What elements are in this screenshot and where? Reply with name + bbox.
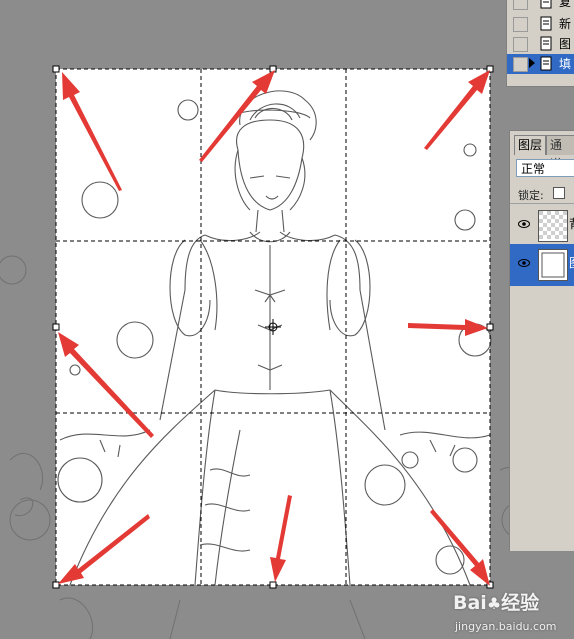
eye-icon[interactable] xyxy=(518,258,530,268)
divider xyxy=(510,203,574,204)
watermark-url: jingyan.baidu.com xyxy=(455,620,557,633)
action-toggle-checkbox[interactable] xyxy=(513,37,528,52)
action-toggle-checkbox[interactable] xyxy=(513,57,528,72)
eye-icon[interactable] xyxy=(518,219,530,229)
blend-mode-select[interactable]: 正常 xyxy=(516,159,574,177)
tab-channels[interactable]: 通道 xyxy=(546,135,574,171)
action-icon xyxy=(540,56,552,71)
layer-thumbnail-white xyxy=(538,249,568,281)
action-label: 图 xyxy=(559,37,572,51)
photoshop-canvas[interactable] xyxy=(0,0,574,639)
action-label: 填 xyxy=(559,57,572,71)
action-label: 新 xyxy=(559,17,572,31)
watermark-logo: Bai♣经验 xyxy=(453,588,539,615)
layer-row[interactable]: 背 xyxy=(510,205,574,247)
layer-thumbnail-transparent xyxy=(538,210,568,242)
handle-top-right xyxy=(486,65,494,73)
actions-panel: 复 新 图 填 xyxy=(506,0,574,87)
handle-middle-left xyxy=(52,323,60,331)
lock-label: 锁定: xyxy=(518,189,544,202)
action-row-selected[interactable]: 填 xyxy=(507,54,574,74)
handle-bottom-center xyxy=(269,581,277,589)
action-toggle-checkbox[interactable] xyxy=(513,0,528,10)
watermark-logo-text: Bai xyxy=(453,592,487,614)
action-label: 复 xyxy=(559,0,572,9)
action-icon xyxy=(540,0,552,9)
tab-layers[interactable]: 图层 xyxy=(514,135,547,155)
layers-panel: 图层 通道 正常 锁定: 背 图 xyxy=(509,130,574,551)
lock-transparency-checkbox[interactable] xyxy=(553,187,565,199)
baidu-jingyan-watermark: Bai♣经验 jingyan.baidu.com xyxy=(453,588,571,638)
watermark-logo-text2: 经验 xyxy=(501,592,540,614)
action-icon xyxy=(540,36,552,51)
action-toggle-checkbox[interactable] xyxy=(513,17,528,32)
layer-row-selected[interactable]: 图 xyxy=(510,244,574,286)
action-row[interactable]: 新 xyxy=(507,14,574,34)
layer-name: 背 xyxy=(569,215,574,232)
action-row[interactable]: 复 xyxy=(507,0,574,12)
handle-top-left xyxy=(52,65,60,73)
action-row[interactable]: 图 xyxy=(507,34,574,54)
play-arrow-icon xyxy=(529,58,535,68)
handle-middle-right xyxy=(486,323,494,331)
layer-name: 图 xyxy=(569,254,574,271)
paw-icon: ♣ xyxy=(486,594,502,613)
action-icon xyxy=(540,16,552,31)
layers-tab-bar: 图层 通道 xyxy=(510,135,574,171)
handle-bottom-left xyxy=(52,581,60,589)
